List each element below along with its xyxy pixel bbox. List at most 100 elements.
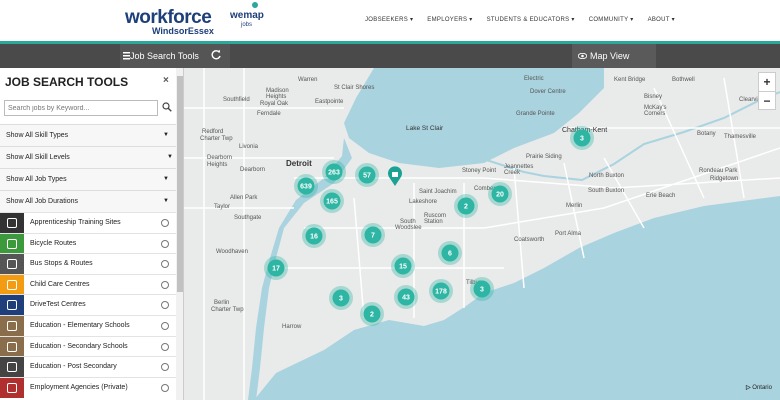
- job-cluster-marker[interactable]: 263: [322, 160, 346, 184]
- svg-text:Creek: Creek: [504, 170, 521, 176]
- job-durations-filter[interactable]: Show All Job Durations ▼: [0, 190, 176, 212]
- cluster-count: 17: [272, 266, 280, 273]
- job-types-filter[interactable]: Show All Job Types ▼: [0, 168, 176, 190]
- icon-glyph: [7, 341, 17, 352]
- job-cluster-marker[interactable]: 3: [570, 126, 594, 150]
- nav-students-educators[interactable]: STUDENTS & EDUCATORS ▾: [487, 16, 575, 23]
- svg-text:Charter Twp: Charter Twp: [200, 136, 233, 142]
- menu-icon: [123, 52, 130, 60]
- layer-radio[interactable]: [161, 322, 169, 330]
- icon-glyph: [7, 321, 17, 331]
- svg-text:Merlin: Merlin: [566, 203, 582, 209]
- nav-community[interactable]: COMMUNITY ▾: [589, 16, 634, 23]
- job-cluster-marker[interactable]: 2: [454, 194, 478, 218]
- sidebar-scrollbar[interactable]: [176, 68, 183, 400]
- layer-row[interactable]: Bicycle Routes: [0, 232, 176, 254]
- job-cluster-marker[interactable]: 2: [360, 302, 384, 326]
- svg-text:North Buxton: North Buxton: [589, 173, 624, 179]
- svg-text:St Clair Shores: St Clair Shores: [334, 85, 374, 91]
- layer-row[interactable]: Education - Elementary Schools: [0, 315, 176, 336]
- job-cluster-marker[interactable]: 6: [438, 241, 462, 265]
- cluster-count: 3: [339, 296, 343, 303]
- zoom-in-button[interactable]: +: [759, 73, 775, 91]
- icon-glyph: [7, 218, 17, 228]
- svg-text:Saint Joachim: Saint Joachim: [419, 189, 457, 195]
- job-cluster-marker[interactable]: 17: [264, 256, 288, 280]
- layer-label: DriveTest Centres: [30, 301, 86, 309]
- layer-label: Child Care Centres: [30, 280, 90, 288]
- job-cluster-marker[interactable]: 57: [355, 163, 379, 187]
- zoom-out-button[interactable]: −: [759, 91, 775, 109]
- layer-radio[interactable]: [161, 219, 169, 227]
- logo-sub-text: WindsorEssex: [152, 26, 214, 36]
- svg-text:Dover Centre: Dover Centre: [530, 89, 566, 95]
- layer-label: Bus Stops & Routes: [30, 260, 93, 268]
- school-icon: [0, 336, 24, 357]
- layer-label: Bicycle Routes: [30, 239, 77, 247]
- svg-text:Lakeshore: Lakeshore: [409, 199, 438, 205]
- layer-row[interactable]: Education - Post Secondary: [0, 356, 176, 378]
- job-cluster-marker[interactable]: 639: [294, 174, 318, 198]
- map-view-label: Map View: [590, 51, 630, 61]
- layer-radio[interactable]: [161, 342, 169, 351]
- search-icon[interactable]: [162, 102, 172, 112]
- svg-text:Redford: Redford: [202, 129, 223, 135]
- svg-text:Clearvi: Clearvi: [739, 97, 758, 103]
- svg-text:Thamesville: Thamesville: [724, 134, 757, 140]
- close-icon[interactable]: ×: [163, 75, 169, 86]
- layer-radio[interactable]: [161, 260, 169, 269]
- workforce-windsoressex-logo[interactable]: workforce WindsorEssex: [125, 7, 214, 36]
- car-icon: [0, 295, 24, 316]
- job-cluster-marker[interactable]: 165: [320, 189, 344, 213]
- cluster-count: 639: [300, 184, 312, 191]
- svg-text:Royal Oak: Royal Oak: [260, 101, 289, 107]
- job-cluster-marker[interactable]: 178: [429, 279, 453, 303]
- cluster-count: 178: [435, 289, 447, 296]
- layer-label: Employment Agencies (Private): [30, 383, 128, 391]
- wemap-logo[interactable]: wemap jobs: [230, 2, 264, 28]
- layer-radio[interactable]: [161, 363, 169, 372]
- job-cluster-marker[interactable]: 20: [488, 182, 512, 206]
- layer-row[interactable]: DriveTest Centres: [0, 294, 176, 316]
- school-icon: [0, 316, 24, 336]
- cluster-count: 2: [370, 312, 374, 319]
- job-cluster-marker[interactable]: 3: [329, 286, 353, 310]
- nav-about[interactable]: ABOUT ▾: [648, 16, 675, 23]
- svg-text:Port Alma: Port Alma: [555, 231, 582, 237]
- map-svg[interactable]: WarrenSt Clair Shores MadisonHeights Roy…: [184, 68, 780, 400]
- svg-text:Erie Beach: Erie Beach: [646, 193, 675, 199]
- map-canvas[interactable]: Warren St Clair Shores Madison Heights Roy…: [184, 68, 780, 400]
- job-cluster-marker[interactable]: 43: [394, 285, 418, 309]
- keyword-search-input[interactable]: [4, 100, 158, 116]
- skill-levels-filter[interactable]: Show All Skill Levels ▼: [0, 146, 176, 168]
- job-cluster-marker[interactable]: 3: [470, 277, 494, 301]
- job-cluster-marker[interactable]: 15: [391, 254, 415, 278]
- scrollbar-thumb[interactable]: [177, 76, 183, 292]
- layer-row[interactable]: Education - Secondary Schools: [0, 335, 176, 357]
- layer-row[interactable]: Bus Stops & Routes: [0, 253, 176, 275]
- layer-radio[interactable]: [161, 383, 169, 392]
- layer-label: Education - Elementary Schools: [30, 322, 130, 329]
- layer-row[interactable]: Child Care Centres: [0, 273, 176, 295]
- cluster-count: 3: [480, 287, 484, 294]
- top-navigation: JOBSEEKERS ▾ EMPLOYERS ▾ STUDENTS & EDUC…: [365, 16, 675, 23]
- layer-radio[interactable]: [161, 301, 169, 310]
- refresh-icon[interactable]: [210, 49, 222, 61]
- layer-radio[interactable]: [161, 280, 169, 289]
- layer-row[interactable]: Apprenticeship Training Sites: [0, 212, 176, 233]
- job-cluster-marker[interactable]: 7: [361, 223, 385, 247]
- svg-text:Southfield: Southfield: [223, 97, 250, 103]
- map-toolbar: Job Search Tools Map View: [0, 44, 780, 68]
- job-search-tools-label: Job Search Tools: [130, 51, 199, 61]
- logo-main-text: workforce: [125, 7, 212, 28]
- layer-radio[interactable]: [161, 239, 169, 248]
- nav-jobseekers[interactable]: JOBSEEKERS ▾: [365, 16, 413, 23]
- caret-down-icon: ▼: [163, 132, 169, 138]
- job-cluster-marker[interactable]: 16: [302, 224, 326, 248]
- svg-text:Lake St Clair: Lake St Clair: [406, 125, 444, 132]
- skill-types-filter[interactable]: Show All Skill Types ▼: [0, 124, 176, 146]
- layer-label: Education - Secondary Schools: [30, 342, 128, 350]
- nav-employers[interactable]: EMPLOYERS ▾: [427, 16, 472, 23]
- eye-icon: [578, 53, 587, 59]
- layer-row[interactable]: Employment Agencies (Private): [0, 376, 176, 398]
